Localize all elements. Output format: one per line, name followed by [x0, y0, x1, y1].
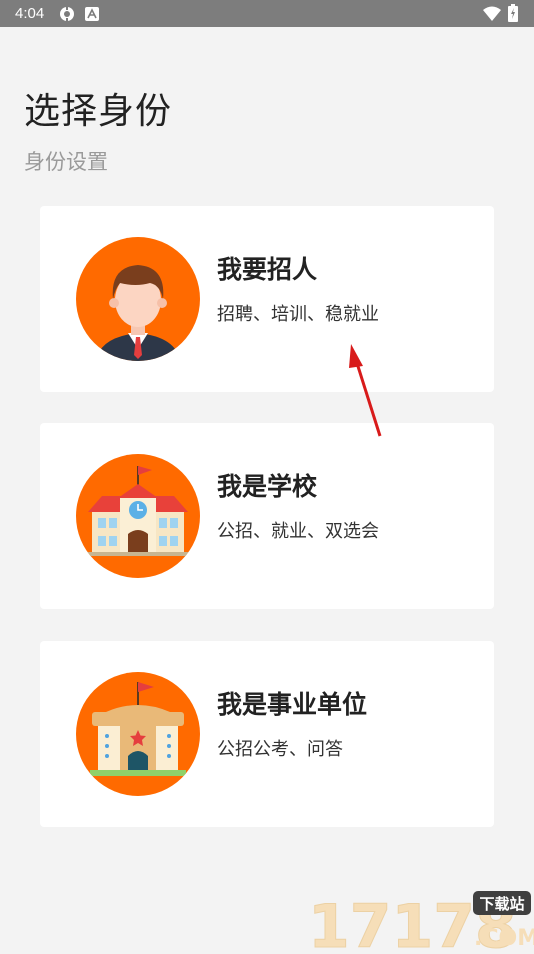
- option-description: 招聘、培训、稳就业: [217, 304, 379, 325]
- watermark-logo: 17178 下载站 .COM: [308, 885, 534, 954]
- school-building-icon: [76, 454, 200, 578]
- option-description: 公招公考、问答: [217, 739, 343, 760]
- page-subtitle: 身份设置: [24, 150, 108, 174]
- notification-status-icon: [85, 6, 99, 25]
- option-card-school[interactable]: 我是学校 公招、就业、双选会: [40, 423, 494, 609]
- status-bar: 4:04: [0, 0, 534, 27]
- public-institution-icon: [76, 672, 200, 796]
- wifi-icon: [483, 6, 501, 25]
- annotation-arrow-icon: [340, 340, 390, 449]
- option-title: 我是事业单位: [217, 690, 368, 719]
- watermark-domain: .COM: [474, 926, 534, 950]
- status-time: 4:04: [15, 5, 45, 22]
- settings-status-icon: [58, 5, 76, 27]
- option-description: 公招、就业、双选会: [217, 521, 379, 542]
- option-card-institution[interactable]: 我是事业单位 公招公考、问答: [40, 641, 494, 827]
- option-card-recruiter[interactable]: 我要招人 招聘、培训、稳就业: [40, 206, 494, 392]
- option-title: 我要招人: [217, 255, 318, 284]
- page-title: 选择身份: [24, 91, 173, 132]
- option-title: 我是学校: [217, 472, 318, 501]
- battery-icon: [508, 4, 518, 26]
- recruiter-avatar-icon: [76, 237, 200, 361]
- watermark-badge: 下载站: [479, 895, 524, 913]
